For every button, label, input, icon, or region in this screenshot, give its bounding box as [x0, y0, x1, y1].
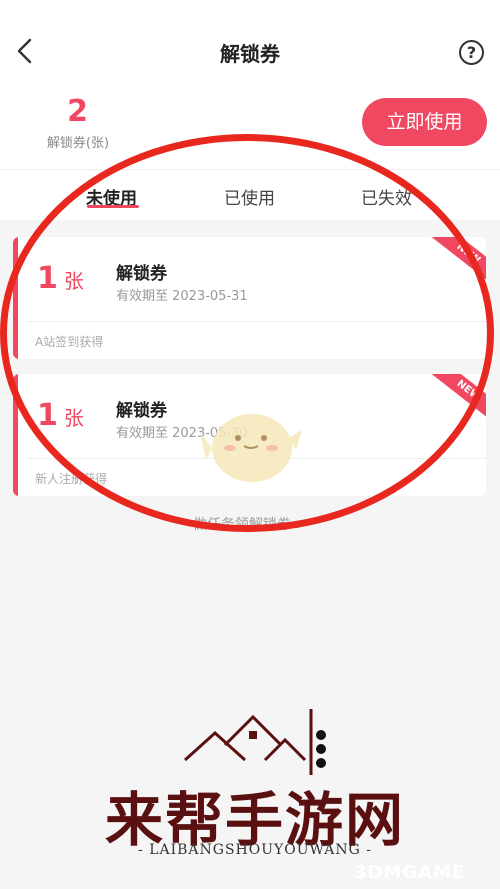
coupon-source: 新人注册获得 — [35, 472, 108, 486]
coupon-quantity-unit: 张 — [63, 406, 84, 430]
coupon-quantity: 1张 — [37, 261, 84, 296]
coupon-quantity: 1张 — [37, 398, 84, 433]
new-badge: NEW — [430, 237, 486, 286]
watermark-subtitle: - LAIBANGSHOUYOUWANG - — [138, 842, 372, 858]
house-logo-icon — [183, 709, 326, 775]
coupon-quantity-unit: 张 — [63, 269, 84, 293]
active-tab-indicator — [87, 205, 139, 208]
coupon-quantity-number: 1 — [37, 398, 58, 433]
coupon-name: 解锁券 — [116, 401, 167, 421]
status-tabs: 未使用 已使用 已失效 — [0, 170, 500, 220]
page-title: 解锁券 — [220, 42, 280, 66]
coupon-count: 2 — [67, 94, 88, 129]
coupon-count-label: 解锁券(张) — [46, 136, 110, 151]
3dmgame-watermark: 3DMGAME — [354, 862, 466, 883]
tab-used[interactable]: 已使用 — [224, 184, 275, 209]
mascot-image — [200, 414, 302, 482]
coupon-summary: 2 解锁券(张) 立即使用 — [0, 74, 500, 170]
coupon-name: 解锁券 — [116, 264, 167, 284]
tab-expired[interactable]: 已失效 — [361, 184, 412, 209]
use-now-button[interactable]: 立即使用 — [362, 98, 487, 146]
earn-coupons-link[interactable]: 做任务领解锁券 > — [0, 514, 500, 534]
card-accent-bar — [13, 237, 18, 359]
coupon-quantity-number: 1 — [37, 261, 58, 296]
card-accent-bar — [13, 374, 18, 496]
help-icon[interactable]: ? — [459, 40, 484, 65]
card-divider — [27, 321, 486, 322]
coupon-card[interactable]: 1张 解锁券 有效期至 2023-05-31 A站签到获得 NEW — [13, 237, 486, 359]
coupon-expiry: 有效期至 2023-05-31 — [116, 289, 248, 304]
coupon-source: A站签到获得 — [35, 335, 104, 349]
new-badge: NEW — [430, 374, 486, 423]
